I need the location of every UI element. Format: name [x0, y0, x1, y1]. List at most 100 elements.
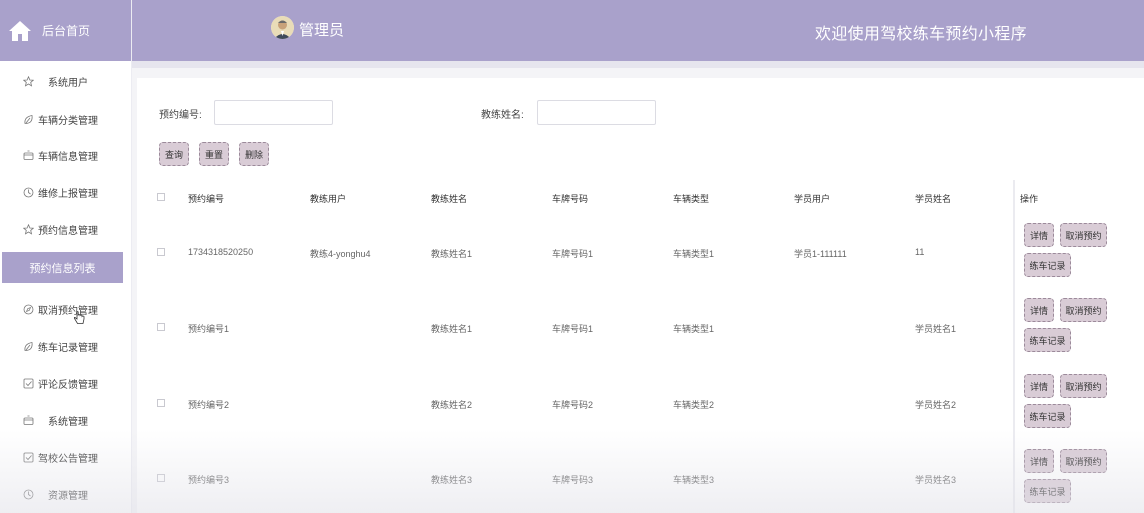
booking-no-label: 预约编号: [159, 110, 202, 121]
practice-record-button[interactable]: 练车记录 [1024, 328, 1071, 352]
table-cell: 学员姓名3 [915, 475, 957, 485]
clock-icon [23, 187, 34, 197]
home-icon [9, 20, 31, 41]
sidebar-item-3[interactable]: 维修上报管理 [0, 182, 132, 202]
sidebar-item-label: 驾校公告管理 [38, 453, 98, 465]
content-panel [137, 78, 1144, 513]
coach-name-input[interactable] [537, 100, 656, 125]
cancel-booking-button[interactable]: 取消预约 [1060, 374, 1107, 398]
table-cell: 教练姓名1 [431, 324, 473, 334]
table-cell: 学员姓名2 [915, 400, 957, 410]
sidebar-item-label: 系统用户 [48, 77, 88, 89]
welcome-title: 欢迎使用驾校练车预约小程序 [815, 26, 1027, 43]
cancel-booking-button[interactable]: 取消预约 [1060, 223, 1107, 247]
avatar[interactable] [271, 16, 294, 39]
sidebar-item-6[interactable]: 取消预约管理 [0, 299, 132, 319]
table-cell: 预约编号1 [188, 324, 230, 334]
row-checkbox[interactable] [157, 399, 165, 407]
table-cell: 预约编号2 [188, 400, 230, 410]
table-cell: 教练姓名2 [431, 400, 473, 410]
delete-button[interactable]: 删除 [239, 142, 269, 166]
table-cell: 学员姓名1 [915, 324, 957, 334]
table-cell: 教练4-yonghu4 [310, 249, 371, 259]
table-cell: 车牌号码1 [552, 324, 594, 334]
table-cell: 教练姓名3 [431, 475, 473, 485]
sidebar-item-label: 系统管理 [48, 416, 88, 428]
sidebar-item-label: 预约信息列表 [29, 262, 96, 275]
box-icon [23, 415, 34, 425]
table-cell: 车牌号码2 [552, 400, 594, 410]
sidebar-item-label: 维修上报管理 [38, 188, 98, 200]
row-checkbox[interactable] [157, 323, 165, 331]
practice-record-button[interactable]: 练车记录 [1024, 479, 1071, 503]
leaf-icon [24, 341, 33, 351]
table-cell: 车辆类型1 [673, 249, 715, 259]
table-cell: 预约编号3 [188, 475, 230, 485]
star-icon [23, 223, 34, 235]
actions-column-divider [1013, 180, 1015, 513]
sidebar-item-label: 评论反馈管理 [38, 379, 98, 391]
table-cell: 车辆类型1 [673, 324, 715, 334]
cancel-booking-button[interactable]: 取消预约 [1060, 449, 1107, 473]
sidebar-item-10[interactable]: 驾校公告管理 [0, 447, 132, 467]
query-button[interactable]: 查询 [159, 142, 189, 166]
column-header[interactable]: 预约编号 [188, 192, 224, 205]
booking-no-input[interactable] [214, 100, 333, 125]
sidebar-item-label: 预约信息管理 [38, 225, 98, 237]
top-header: 管理员 欢迎使用驾校练车预约小程序 [132, 0, 1144, 61]
column-header[interactable]: 操作 [1020, 192, 1038, 205]
detail-button[interactable]: 详情 [1024, 298, 1054, 322]
sidebar-item-label: 资源管理 [48, 490, 88, 502]
compass-icon [23, 304, 34, 314]
table-cell: 车牌号码1 [552, 249, 594, 259]
select-all-checkbox[interactable] [157, 193, 165, 201]
sidebar: 后台首页 系统用户车辆分类管理 车辆信息管理 维修上报管理 预约信息管理预约信息列表取… [0, 0, 132, 513]
check-square-icon [23, 378, 34, 388]
table-cell: 学员1-111111 [794, 249, 847, 259]
sidebar-item-label: 练车记录管理 [38, 342, 98, 354]
column-header[interactable]: 车牌号码 [552, 192, 588, 205]
sidebar-item-label: 车辆分类管理 [38, 115, 98, 127]
table-cell: 11 [915, 247, 925, 257]
column-header[interactable]: 车辆类型 [673, 192, 709, 205]
box-icon [23, 150, 34, 160]
cancel-booking-button[interactable]: 取消预约 [1060, 298, 1107, 322]
sidebar-item-7[interactable]: 练车记录管理 [0, 336, 132, 356]
detail-button[interactable]: 详情 [1024, 374, 1054, 398]
sidebar-item-2[interactable]: 车辆信息管理 [0, 145, 132, 165]
detail-button[interactable]: 详情 [1024, 449, 1054, 473]
star-icon [23, 75, 34, 87]
column-header[interactable]: 教练用户 [310, 192, 346, 205]
sidebar-item-4[interactable]: 预约信息管理 [0, 219, 132, 239]
column-header[interactable]: 学员用户 [794, 192, 830, 205]
admin-name[interactable]: 管理员 [299, 19, 344, 40]
table-cell: 车辆类型3 [673, 475, 715, 485]
hand-cursor-icon [73, 311, 85, 324]
sidebar-item-9[interactable]: 系统管理 [0, 410, 132, 430]
column-header[interactable]: 教练姓名 [431, 192, 467, 205]
practice-record-button[interactable]: 练车记录 [1024, 253, 1071, 277]
sidebar-item-5[interactable]: 预约信息列表 [2, 252, 123, 283]
column-header[interactable]: 学员姓名 [915, 192, 951, 205]
detail-button[interactable]: 详情 [1024, 223, 1054, 247]
sidebar-item-8[interactable]: 评论反馈管理 [0, 373, 132, 393]
sidebar-item-1[interactable]: 车辆分类管理 [0, 109, 132, 129]
check-square-icon [23, 452, 34, 462]
reset-button[interactable]: 重置 [199, 142, 229, 166]
header-divider [132, 61, 1144, 68]
sidebar-brand[interactable]: 后台首页 [0, 0, 131, 61]
avatar-icon [271, 16, 294, 39]
sidebar-item-label: 取消预约管理 [38, 305, 98, 317]
table-cell: 车辆类型2 [673, 400, 715, 410]
table-cell: 车牌号码3 [552, 475, 594, 485]
leaf-icon [24, 114, 33, 124]
table-cell: 1734318520250 [188, 247, 254, 257]
clock-icon [23, 489, 34, 499]
sidebar-item-label: 车辆信息管理 [38, 151, 98, 163]
row-checkbox[interactable] [157, 474, 165, 482]
coach-name-label: 教练姓名: [481, 110, 524, 121]
sidebar-item-0[interactable]: 系统用户 [0, 71, 132, 91]
practice-record-button[interactable]: 练车记录 [1024, 404, 1071, 428]
sidebar-item-11[interactable]: 资源管理 [0, 484, 132, 504]
row-checkbox[interactable] [157, 248, 165, 256]
